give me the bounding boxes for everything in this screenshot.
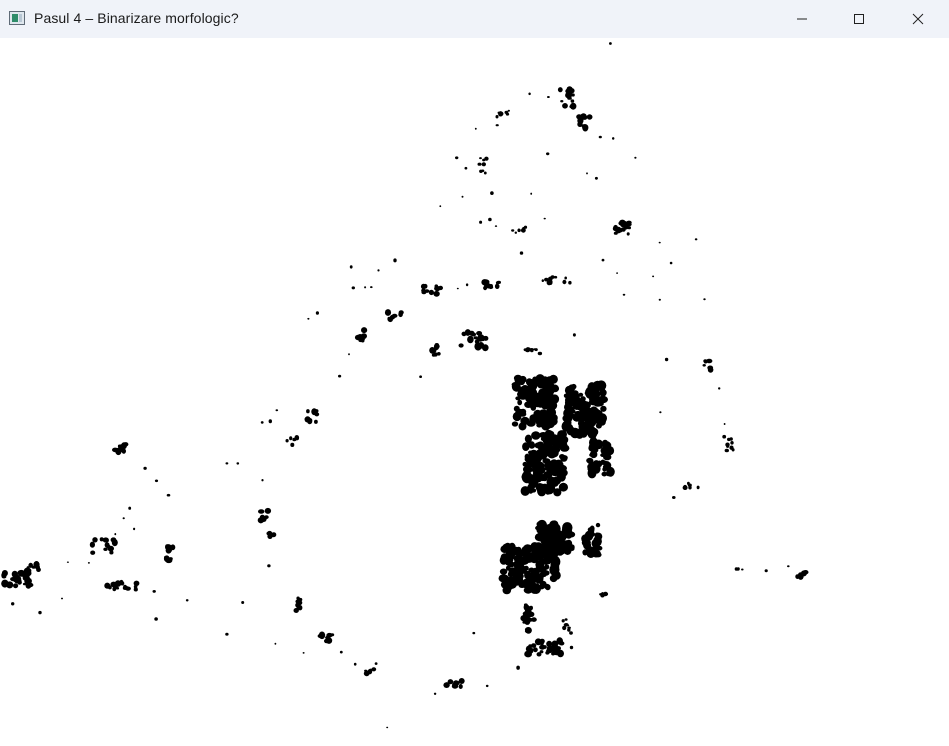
minimize-icon — [797, 18, 807, 20]
maximize-icon — [854, 14, 864, 24]
app-window: Pasul 4 – Binarizare morfologic? — [0, 0, 949, 746]
window-title: Pasul 4 – Binarizare morfologic? — [34, 10, 239, 26]
title-bar[interactable]: Pasul 4 – Binarizare morfologic? — [0, 0, 949, 38]
maximize-button[interactable] — [830, 0, 888, 38]
minimize-button[interactable] — [773, 0, 831, 38]
app-window-icon — [9, 11, 25, 25]
binarized-image-canvas — [0, 38, 949, 746]
binarized-image — [1, 42, 809, 729]
close-icon — [912, 13, 924, 25]
close-button[interactable] — [889, 0, 947, 38]
binary-blobs — [1, 42, 809, 729]
